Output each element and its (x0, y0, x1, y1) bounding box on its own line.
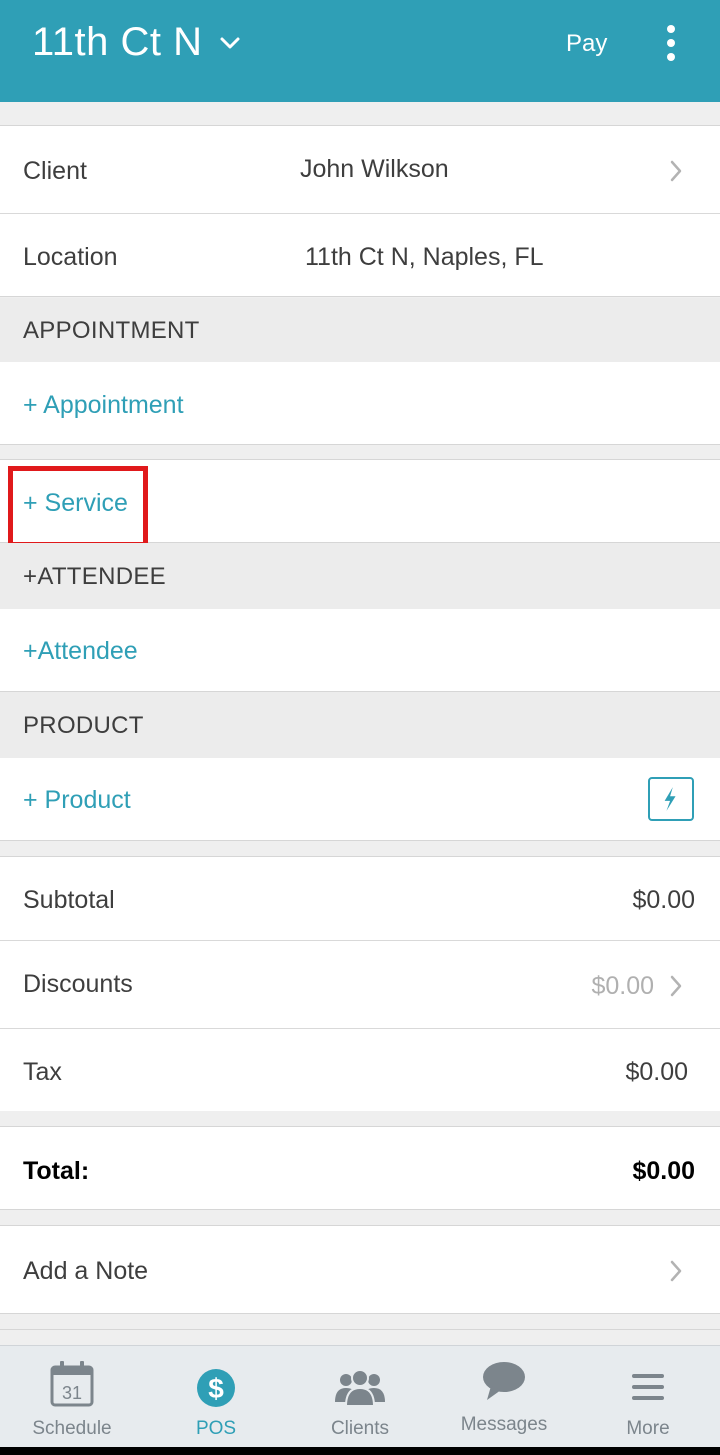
add-attendee-row[interactable]: +Attendee (0, 609, 720, 692)
add-attendee-link[interactable]: +Attendee (23, 637, 138, 666)
add-appointment-link[interactable]: + Appointment (23, 391, 184, 420)
tab-label: Messages (460, 1414, 548, 1435)
tab-label: POS (195, 1418, 237, 1439)
product-section-header: PRODUCT (0, 692, 720, 758)
chevron-right-icon (670, 975, 682, 997)
subtotal-value: $0.00 (632, 886, 695, 914)
tab-more[interactable]: More (576, 1346, 720, 1448)
client-row[interactable]: Client John Wilkson (0, 126, 720, 214)
header-title: 11th Ct N (32, 20, 203, 64)
location-value: 11th Ct N, Naples, FL (305, 243, 544, 271)
clients-icon (335, 1369, 385, 1407)
location-row: Location 11th Ct N, Naples, FL (0, 214, 720, 296)
divider (0, 1329, 720, 1345)
calendar-day: 31 (62, 1383, 82, 1403)
appointment-section-header: APPOINTMENT (0, 298, 720, 362)
subtotal-row: Subtotal $0.00 (0, 857, 720, 941)
attendee-section-header: +ATTENDEE (0, 543, 720, 609)
dollar-glyph: $ (208, 1373, 224, 1404)
client-label: Client (23, 157, 87, 185)
total-section: Total: $0.00 (0, 1126, 720, 1210)
discounts-label: Discounts (23, 970, 133, 998)
more-options-icon[interactable] (660, 24, 682, 62)
total-value: $0.00 (632, 1157, 695, 1185)
app-header: 11th Ct N Pay (0, 0, 720, 102)
tab-schedule[interactable]: 31 Schedule (0, 1346, 144, 1448)
location-label: Location (23, 243, 118, 271)
tax-label: Tax (23, 1058, 62, 1086)
add-product-row[interactable]: + Product (0, 758, 720, 841)
calendar-icon: 31 (50, 1361, 94, 1407)
tax-value: $0.00 (625, 1058, 688, 1086)
total-label: Total: (23, 1157, 90, 1185)
tax-row: Tax $0.00 (0, 1029, 720, 1111)
hamburger-menu-icon (632, 1374, 664, 1400)
chevron-right-icon (670, 1260, 682, 1282)
tab-messages[interactable]: Messages (432, 1346, 576, 1448)
pay-button[interactable]: Pay (566, 30, 607, 58)
dollar-icon: $ (197, 1369, 235, 1407)
lightning-bolt-icon (664, 787, 676, 811)
tab-clients[interactable]: Clients (288, 1346, 432, 1448)
add-note-row[interactable]: Add a Note (0, 1225, 720, 1314)
discounts-row[interactable]: Discounts $0.00 (0, 941, 720, 1029)
chat-bubble-icon (483, 1362, 525, 1400)
bottom-tab-bar: 31 Schedule $ POS Clients Messages More (0, 1345, 720, 1447)
chevron-right-icon (670, 160, 682, 182)
location-selector[interactable]: 11th Ct N (32, 20, 241, 65)
tab-label: Clients (330, 1418, 390, 1439)
tab-label: More (626, 1418, 670, 1439)
system-nav-strip (0, 1447, 720, 1455)
totals-section: Subtotal $0.00 Discounts $0.00 Tax $0.00 (0, 856, 720, 1111)
tab-label: Schedule (32, 1418, 112, 1439)
details-section: Client John Wilkson Location 11th Ct N, … (0, 125, 720, 297)
highlight-box (8, 466, 148, 547)
quick-product-button[interactable] (648, 777, 694, 821)
subtotal-label: Subtotal (23, 886, 115, 914)
add-note-label: Add a Note (23, 1257, 149, 1285)
chevron-down-icon (220, 37, 239, 48)
add-product-link[interactable]: + Product (23, 786, 131, 815)
discounts-value: $0.00 (591, 972, 654, 1000)
client-value: John Wilkson (300, 155, 449, 183)
tab-pos[interactable]: $ POS (144, 1346, 288, 1448)
add-appointment-row[interactable]: + Appointment (0, 362, 720, 445)
